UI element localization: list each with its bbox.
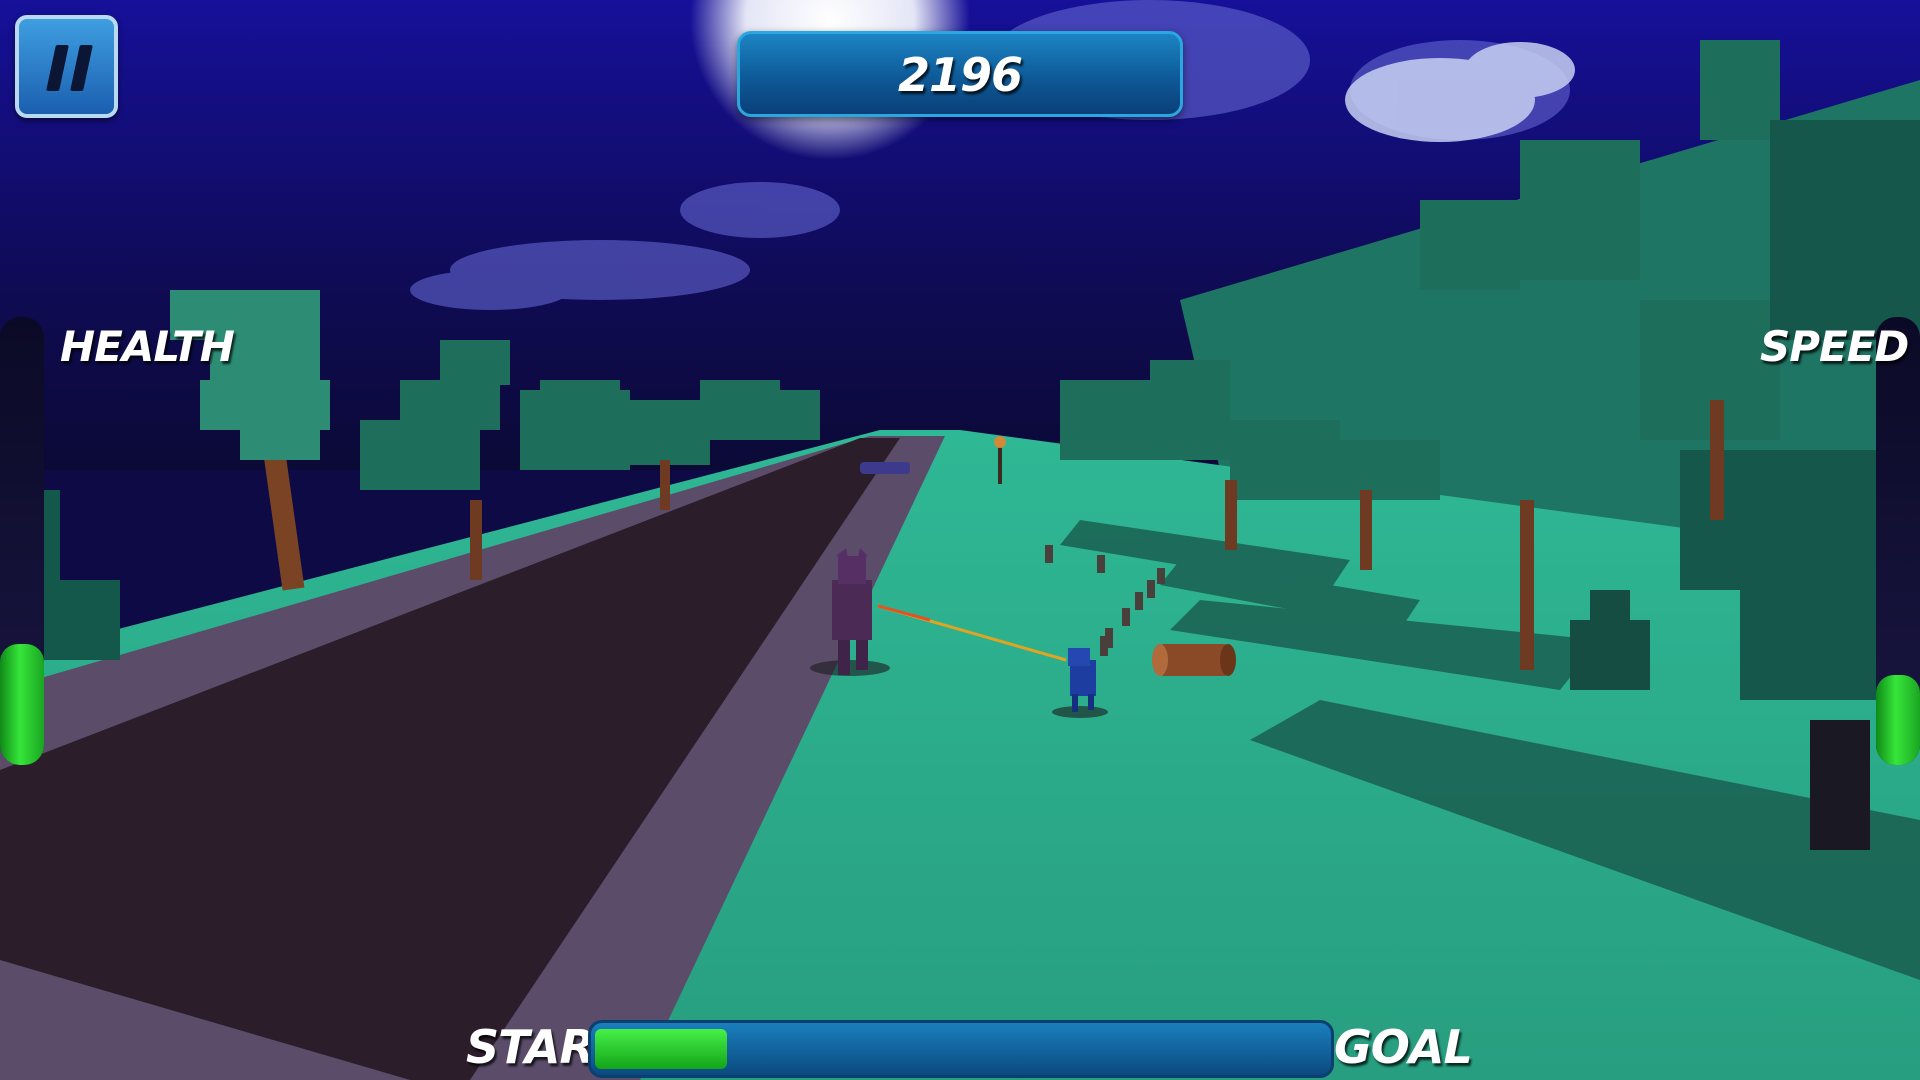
progress-goal-label: GOAL <box>1334 1020 1473 1074</box>
score-value: 2196 <box>897 48 1023 102</box>
speed-meter-fill <box>1876 675 1920 765</box>
level-progress-fill <box>595 1029 727 1069</box>
score-panel: 2196 <box>737 31 1183 117</box>
health-meter <box>0 317 44 765</box>
pause-button[interactable] <box>15 15 118 118</box>
health-meter-fill <box>0 644 44 765</box>
speed-label: SPEED <box>1760 322 1909 371</box>
health-label: HEALTH <box>60 322 235 371</box>
speed-meter <box>1876 317 1920 765</box>
log-obstacle <box>1152 644 1236 676</box>
level-progress-bar <box>588 1020 1334 1078</box>
game-scene <box>0 0 1920 1080</box>
